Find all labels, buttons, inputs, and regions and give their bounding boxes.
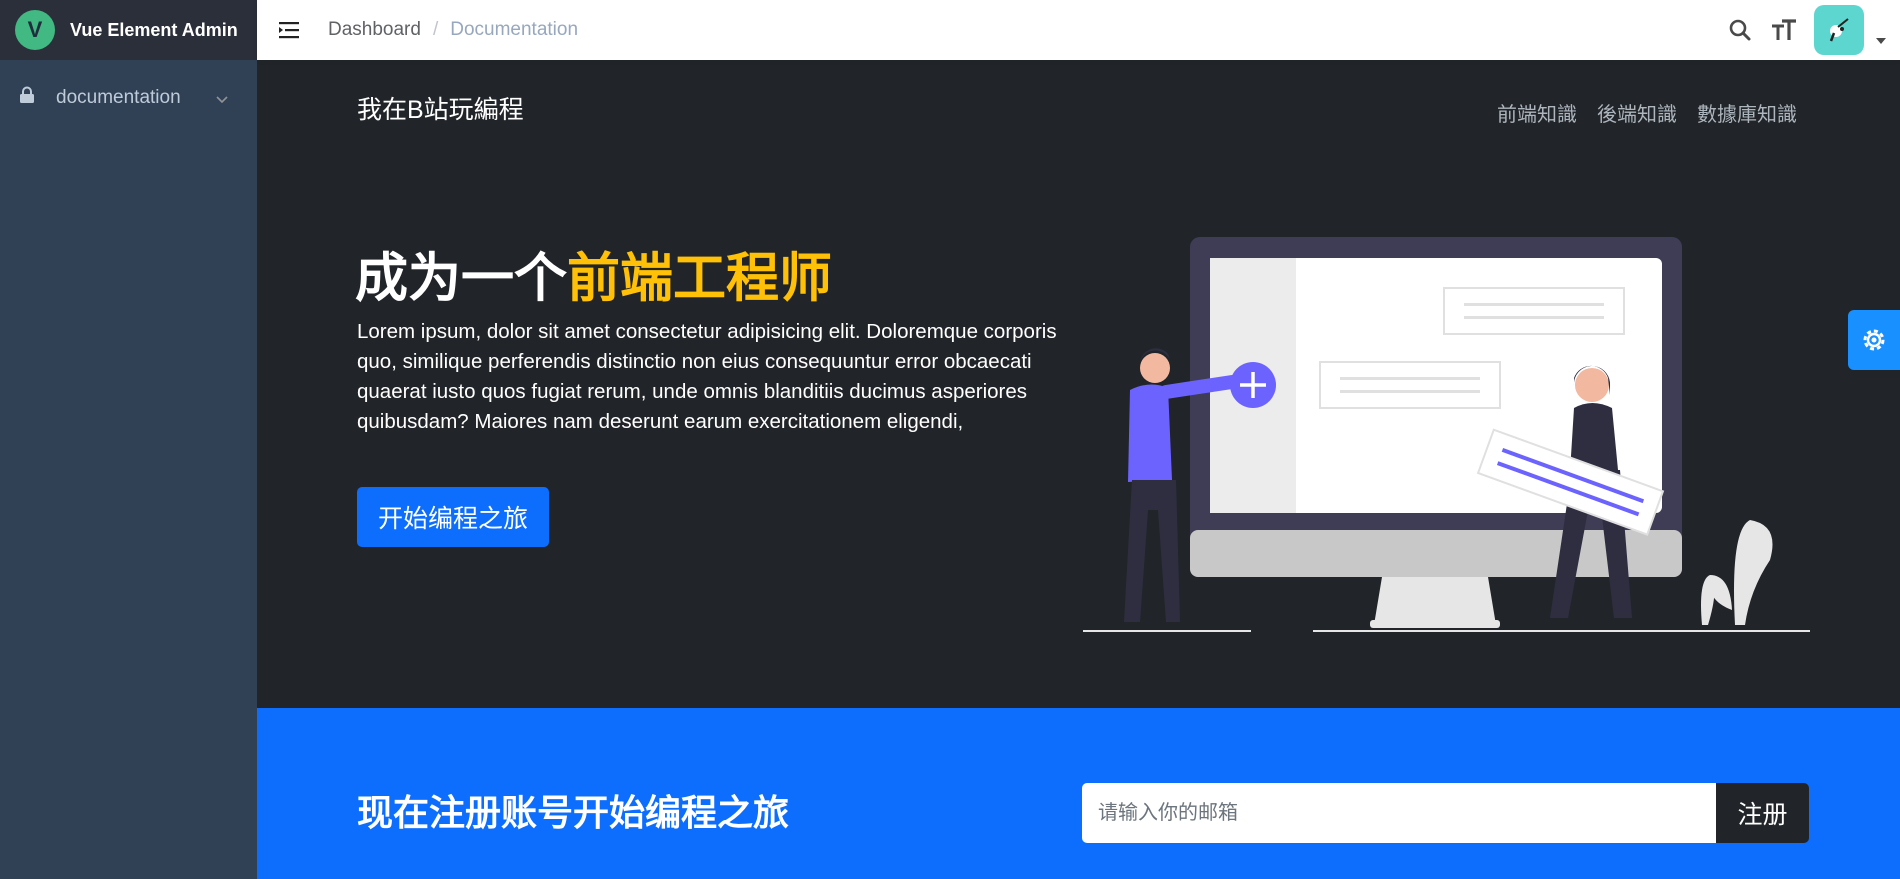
top-links: 前端知識 後端知識 數據庫知識 — [1497, 98, 1817, 127]
hero-description: Lorem ipsum, dolor sit amet consectetur … — [357, 320, 1057, 433]
avatar[interactable] — [1814, 5, 1864, 55]
signup-section: 现在注册账号开始编程之旅 注册 — [257, 708, 1900, 879]
top-link-database[interactable]: 數據庫知識 — [1697, 98, 1797, 127]
breadcrumb-separator: / — [432, 19, 439, 40]
sidebar-item-documentation[interactable]: documentation — [0, 76, 257, 120]
site-brand[interactable]: 我在B站玩編程 — [357, 90, 524, 126]
breadcrumb-documentation: Documentation — [450, 19, 579, 40]
gear-icon — [1863, 329, 1885, 351]
app-title: Vue Element Admin — [70, 19, 238, 40]
top-link-frontend[interactable]: 前端知識 — [1497, 98, 1577, 127]
signup-title: 现在注册账号开始编程之旅 — [357, 792, 790, 833]
register-button[interactable]: 注册 — [1716, 783, 1809, 843]
email-input[interactable] — [1082, 783, 1716, 843]
chevron-down-icon — [215, 90, 229, 112]
start-coding-button[interactable]: 开始编程之旅 — [357, 487, 549, 547]
search-icon[interactable] — [1726, 16, 1754, 44]
lock-icon — [18, 86, 36, 110]
logo[interactable]: V Vue Element Admin — [0, 0, 257, 60]
sidebar: V Vue Element Admin documentation — [0, 0, 257, 879]
hero-title: 成为一个前端工程师 — [355, 236, 832, 312]
navbar-right — [1726, 0, 1900, 60]
caret-down-icon[interactable] — [1876, 32, 1886, 50]
hamburger-icon[interactable] — [277, 18, 301, 42]
breadcrumb: Dashboard / Documentation — [328, 0, 578, 60]
top-link-backend[interactable]: 後端知識 — [1597, 98, 1677, 127]
hero-illustration — [1083, 237, 1810, 632]
hero-title-accent: 前端工程师 — [567, 249, 832, 308]
vue-logo-icon: V — [15, 10, 55, 50]
font-size-icon[interactable] — [1770, 16, 1798, 44]
sidebar-item-label: documentation — [56, 87, 181, 108]
settings-gear-button[interactable] — [1848, 310, 1900, 370]
navbar: Dashboard / Documentation — [257, 0, 1900, 60]
hero-title-prefix: 成为一个 — [355, 249, 567, 308]
breadcrumb-dashboard[interactable]: Dashboard — [328, 19, 421, 41]
logo-letter: V — [27, 17, 43, 42]
